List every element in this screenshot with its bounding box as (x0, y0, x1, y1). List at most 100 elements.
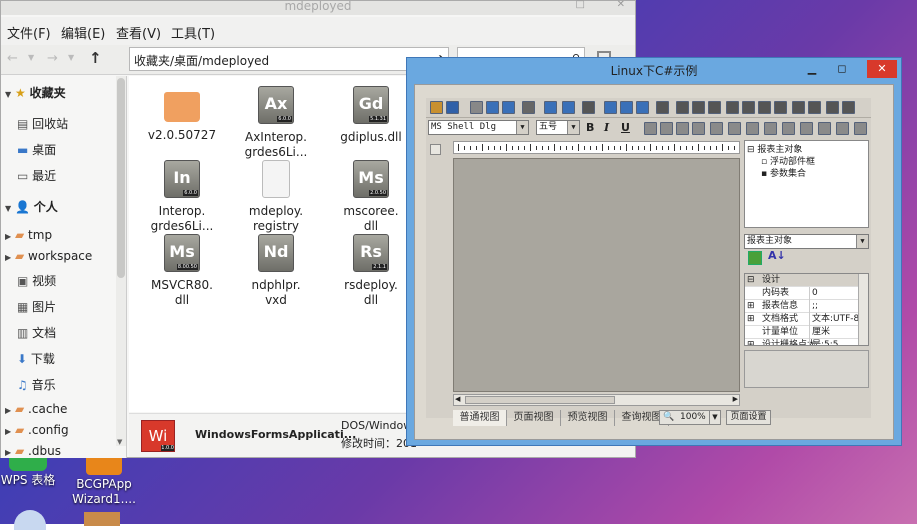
file-item[interactable]: mdeploy. registry (237, 160, 315, 234)
toolbar-button-icon[interactable] (522, 101, 535, 114)
toolbar-button-icon[interactable] (636, 101, 649, 114)
toolbar-button-icon[interactable] (446, 101, 459, 114)
view-tab-1[interactable]: 页面视图 (507, 410, 561, 426)
expand-arrow-icon[interactable]: ▶ (5, 232, 11, 241)
toolbar-button-icon[interactable] (620, 101, 633, 114)
design-canvas[interactable] (453, 158, 740, 392)
expand-arrow-icon[interactable]: ▶ (5, 406, 11, 415)
sidebar-scrollbar[interactable]: ▼ (116, 76, 126, 446)
scrollbar-thumb[interactable] (117, 78, 125, 278)
menu-tools[interactable]: 工具(T) (171, 23, 215, 42)
format-button-icon[interactable] (660, 122, 673, 135)
expand-arrow-icon[interactable]: ▼ (5, 204, 11, 213)
tree-item[interactable]: ▪ 参数集合 (761, 166, 806, 179)
sidebar-item-0[interactable]: ▼ ★ 收藏夹 (5, 84, 66, 102)
view-tab-2[interactable]: 预览视图 (561, 410, 615, 426)
toolbar-button-icon[interactable] (792, 101, 805, 114)
object-tree[interactable]: ⊟ 报表主对象 ▫ 浮动部件框 ▪ 参数集合 (744, 140, 869, 228)
format-button-icon[interactable] (692, 122, 705, 135)
format-button-icon[interactable] (728, 122, 741, 135)
toolbar-button-icon[interactable] (758, 101, 771, 114)
file-item[interactable]: In 6.0.0 Interop. grdes6Li... (143, 160, 221, 234)
format-button-icon[interactable] (676, 122, 689, 135)
sidebar-item-12[interactable]: ▶ ▰ .cache (5, 400, 67, 418)
sidebar-item-11[interactable]: ♫ 音乐 (17, 376, 56, 394)
horizontal-scrollbar[interactable]: ◀ ▶ (453, 394, 740, 406)
sidebar-item-2[interactable]: ▬ 桌面 (17, 141, 56, 159)
sidebar-item-8[interactable]: ▦ 图片 (17, 298, 56, 316)
file-item[interactable]: Nd ndphlpr. vxd (237, 234, 315, 308)
property-scrollbar[interactable] (858, 274, 868, 345)
toolbar-button-icon[interactable] (562, 101, 575, 114)
toolbar-button-icon[interactable] (808, 101, 821, 114)
expand-arrow-icon[interactable]: ▶ (5, 427, 11, 436)
sidebar-item-4[interactable]: ▼ 👤 个人 (5, 198, 58, 216)
minimize-icon[interactable]: ▁ (799, 60, 825, 78)
sidebar-item-14[interactable]: ▶ ▰ .dbus (5, 442, 61, 458)
font-size-select[interactable]: 五号 ▼ (536, 120, 580, 135)
toolbar-button-icon[interactable] (774, 101, 787, 114)
page-setup-button[interactable]: 页面设置 (726, 410, 771, 425)
sidebar-item-6[interactable]: ▶ ▰ workspace (5, 247, 92, 265)
file-item[interactable]: Ms 8.00.50 MSVCR80. dll (143, 234, 221, 308)
property-row[interactable]: ⊞ 文档格式 文本:UTF-8 (745, 313, 868, 326)
toolbar-button-icon[interactable] (470, 101, 483, 114)
format-button-icon[interactable] (854, 122, 867, 135)
file-item[interactable]: Gd 5.1.31 gdiplus.dll (332, 86, 410, 145)
close-icon[interactable]: ✕ (867, 60, 897, 78)
sidebar-item-5[interactable]: ▶ ▰ tmp (5, 226, 52, 244)
file-item[interactable]: v2.0.50727 (143, 86, 221, 143)
desktop-icon-partial[interactable] (14, 510, 46, 530)
close-icon[interactable]: ✕ (617, 0, 625, 10)
toolbar-button-icon[interactable] (430, 101, 443, 114)
categorize-icon[interactable] (748, 251, 762, 265)
maximize-icon[interactable]: ◻ (829, 60, 855, 78)
sidebar-item-7[interactable]: ▣ 视频 (17, 272, 56, 290)
scroll-down-icon[interactable]: ▼ (117, 438, 122, 446)
file-item[interactable]: Ms 2.0.50 mscoree. dll (332, 160, 410, 234)
property-grid[interactable]: ⊟ 设计 内码表 0 ⊞ 报表信息;; ⊞ 文档格式 文本:UTF-8 计量单位 厘米 ⊞ 设计栅格点大… (744, 273, 869, 346)
property-row[interactable]: ⊞ 报表信息;; (745, 300, 868, 313)
file-item[interactable]: Ax 6.0.0 AxInterop. grdes6Li... (237, 86, 315, 160)
toolbar-button-icon[interactable] (692, 101, 705, 114)
chevron-down-icon[interactable]: ▼ (28, 53, 34, 62)
format-button-icon[interactable] (836, 122, 849, 135)
path-bar[interactable]: 收藏夹/桌面/mdeployed ➔ (129, 47, 449, 71)
toolbar-button-icon[interactable] (842, 101, 855, 114)
toolbar-button-icon[interactable] (656, 101, 669, 114)
sort-az-icon[interactable]: A↓ (768, 249, 786, 262)
format-button-icon[interactable] (782, 122, 795, 135)
scrollbar-thumb[interactable] (465, 396, 615, 404)
chevron-down-icon[interactable]: ▼ (68, 53, 74, 62)
toolbar-button-icon[interactable] (708, 101, 721, 114)
up-arrow-icon[interactable]: ↑ (89, 49, 102, 67)
zoom-select[interactable]: 🔍 100% ▼ (659, 410, 721, 425)
forward-arrow-icon[interactable]: → (47, 51, 58, 66)
object-select[interactable]: 报表主对象 ▼ (744, 234, 869, 249)
underline-icon[interactable]: U (621, 121, 630, 134)
property-row[interactable]: ⊞ 设计栅格点大 是;5;5 (745, 339, 868, 345)
file-item[interactable]: Rs 2.1.1 rsdeploy. dll (332, 234, 410, 308)
sidebar-item-10[interactable]: ⬇ 下载 (17, 350, 55, 368)
font-name-select[interactable]: MS Shell Dlg ▼ (428, 120, 529, 135)
property-row[interactable]: 内码表 0 (745, 287, 868, 300)
toolbar-button-icon[interactable] (544, 101, 557, 114)
view-tab-0[interactable]: 普通视图 (453, 410, 507, 426)
format-button-icon[interactable] (800, 122, 813, 135)
toolbar-button-icon[interactable] (676, 101, 689, 114)
bold-icon[interactable]: B (586, 121, 594, 134)
toolbar-button-icon[interactable] (604, 101, 617, 114)
toolbar-button-icon[interactable] (826, 101, 839, 114)
property-row[interactable]: 计量单位 厘米 (745, 326, 868, 339)
sidebar-item-13[interactable]: ▶ ▰ .config (5, 421, 69, 439)
toolbar-button-icon[interactable] (726, 101, 739, 114)
toolbar-button-icon[interactable] (742, 101, 755, 114)
sidebar-item-3[interactable]: ▭ 最近 (17, 167, 56, 185)
format-button-icon[interactable] (818, 122, 831, 135)
toolbar-button-icon[interactable] (486, 101, 499, 114)
property-row[interactable]: ⊟ 设计 (745, 274, 868, 287)
italic-icon[interactable]: I (604, 121, 609, 134)
format-button-icon[interactable] (710, 122, 723, 135)
format-button-icon[interactable] (764, 122, 777, 135)
expand-arrow-icon[interactable]: ▶ (5, 253, 11, 262)
